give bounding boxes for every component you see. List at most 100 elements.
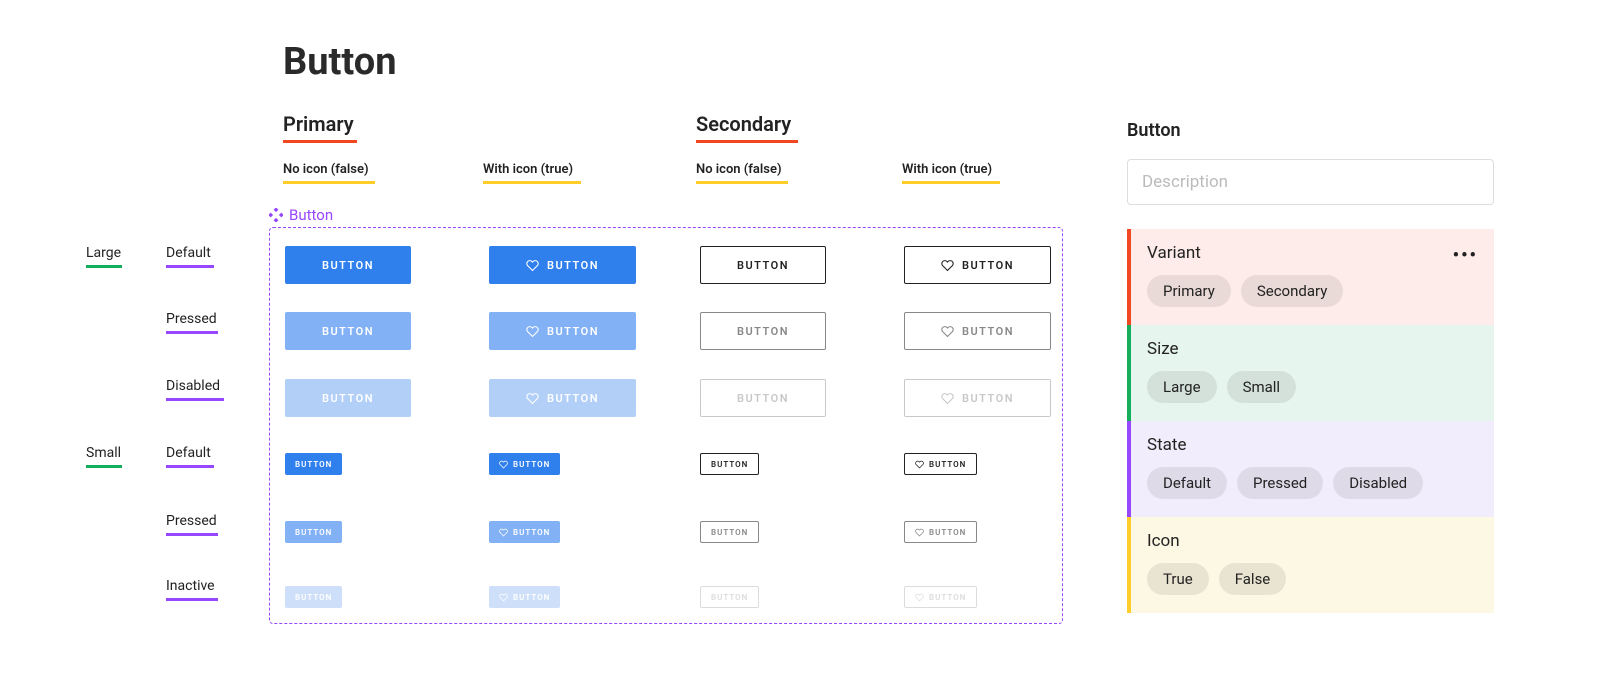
button-secondary-small-default-icon[interactable]: BUTTON bbox=[904, 453, 977, 475]
state-label-text: Pressed bbox=[166, 513, 217, 529]
underline-yellow bbox=[483, 181, 581, 184]
state-pressed-label-small: Pressed bbox=[166, 513, 218, 536]
button-label: BUTTON bbox=[929, 528, 966, 537]
more-icon[interactable]: ••• bbox=[1453, 245, 1478, 266]
button-secondary-large-disabled[interactable]: BUTTON bbox=[700, 379, 826, 417]
state-label-text: Default bbox=[166, 445, 211, 461]
col-sub-label: No icon (false) bbox=[283, 162, 369, 177]
button-label: BUTTON bbox=[322, 392, 374, 405]
panel-title: Button bbox=[1127, 120, 1494, 141]
button-label: BUTTON bbox=[929, 460, 966, 469]
component-frame-label: Button bbox=[289, 206, 333, 224]
button-primary-large-pressed[interactable]: BUTTON bbox=[285, 312, 411, 350]
button-primary-large-default-icon[interactable]: BUTTON bbox=[489, 246, 636, 284]
state-label-text: Default bbox=[166, 245, 211, 261]
properties-panel: Button Description ••• Variant Primary S… bbox=[1127, 120, 1494, 613]
button-secondary-large-disabled-icon[interactable]: BUTTON bbox=[904, 379, 1051, 417]
button-secondary-small-pressed[interactable]: BUTTON bbox=[700, 521, 759, 543]
pill-variant-secondary[interactable]: Secondary bbox=[1241, 275, 1343, 307]
component-frame-name[interactable]: Button bbox=[269, 206, 333, 224]
heart-icon bbox=[915, 528, 924, 537]
button-label: BUTTON bbox=[513, 593, 550, 602]
button-label: BUTTON bbox=[711, 593, 748, 602]
description-placeholder: Description bbox=[1142, 172, 1228, 192]
col-primary-with-icon: With icon (true) bbox=[483, 162, 581, 184]
button-primary-large-disabled[interactable]: BUTTON bbox=[285, 379, 411, 417]
button-primary-large-pressed-icon[interactable]: BUTTON bbox=[489, 312, 636, 350]
heart-icon bbox=[941, 392, 954, 405]
button-primary-small-pressed[interactable]: BUTTON bbox=[285, 521, 342, 543]
component-icon bbox=[269, 208, 283, 222]
button-primary-small-inactive[interactable]: BUTTON bbox=[285, 586, 342, 608]
button-primary-small-pressed-icon[interactable]: BUTTON bbox=[489, 521, 560, 543]
pill-icon-false[interactable]: False bbox=[1219, 563, 1287, 595]
button-label: BUTTON bbox=[962, 259, 1014, 272]
col-sub-label: No icon (false) bbox=[696, 162, 782, 177]
button-secondary-small-default[interactable]: BUTTON bbox=[700, 453, 759, 475]
heart-icon bbox=[915, 460, 924, 469]
pill-variant-primary[interactable]: Primary bbox=[1147, 275, 1231, 307]
heart-icon bbox=[915, 593, 924, 602]
state-inactive-label-small: Inactive bbox=[166, 578, 218, 601]
underline-purple bbox=[166, 398, 224, 401]
property-group-state[interactable]: State Default Pressed Disabled bbox=[1127, 421, 1494, 517]
size-label-text: Large bbox=[86, 245, 121, 261]
button-primary-large-default[interactable]: BUTTON bbox=[285, 246, 411, 284]
underline-green bbox=[86, 465, 122, 468]
underline-orange bbox=[283, 140, 357, 143]
heart-icon bbox=[526, 392, 539, 405]
heart-icon bbox=[499, 460, 508, 469]
button-label: BUTTON bbox=[737, 392, 789, 405]
button-label: BUTTON bbox=[547, 325, 599, 338]
heart-icon bbox=[499, 593, 508, 602]
button-label: BUTTON bbox=[322, 325, 374, 338]
button-secondary-small-pressed-icon[interactable]: BUTTON bbox=[904, 521, 977, 543]
description-input[interactable]: Description bbox=[1127, 159, 1494, 205]
button-label: BUTTON bbox=[322, 259, 374, 272]
col-sub-label: With icon (true) bbox=[483, 162, 573, 177]
variant-secondary-label: Secondary bbox=[696, 112, 791, 136]
state-default-label: Default bbox=[166, 245, 214, 268]
heart-icon bbox=[941, 325, 954, 338]
button-primary-small-default-icon[interactable]: BUTTON bbox=[489, 453, 560, 475]
pill-state-default[interactable]: Default bbox=[1147, 467, 1227, 499]
col-secondary-with-icon: With icon (true) bbox=[902, 162, 1000, 184]
variant-primary-heading: Primary bbox=[283, 112, 357, 143]
underline-purple bbox=[166, 265, 214, 268]
pill-state-pressed[interactable]: Pressed bbox=[1237, 467, 1323, 499]
underline-yellow bbox=[283, 181, 375, 184]
heart-icon bbox=[526, 259, 539, 272]
state-label-text: Pressed bbox=[166, 311, 217, 327]
button-primary-large-disabled-icon[interactable]: BUTTON bbox=[489, 379, 636, 417]
button-label: BUTTON bbox=[929, 593, 966, 602]
state-label-text: Inactive bbox=[166, 578, 215, 594]
button-secondary-large-pressed[interactable]: BUTTON bbox=[700, 312, 826, 350]
button-secondary-large-default[interactable]: BUTTON bbox=[700, 246, 826, 284]
button-secondary-large-default-icon[interactable]: BUTTON bbox=[904, 246, 1051, 284]
button-label: BUTTON bbox=[711, 460, 748, 469]
property-group-variant[interactable]: ••• Variant Primary Secondary bbox=[1127, 229, 1494, 325]
button-secondary-small-inactive-icon[interactable]: BUTTON bbox=[904, 586, 977, 608]
button-primary-small-default[interactable]: BUTTON bbox=[285, 453, 342, 475]
underline-purple bbox=[166, 331, 218, 334]
button-label: BUTTON bbox=[513, 528, 550, 537]
underline-purple bbox=[166, 465, 214, 468]
property-group-size[interactable]: Size Large Small bbox=[1127, 325, 1494, 421]
button-label: BUTTON bbox=[737, 325, 789, 338]
button-label: BUTTON bbox=[737, 259, 789, 272]
property-group-icon[interactable]: Icon True False bbox=[1127, 517, 1494, 613]
button-secondary-small-inactive[interactable]: BUTTON bbox=[700, 586, 759, 608]
component-variant-frame[interactable] bbox=[269, 227, 1063, 624]
state-default-label-small: Default bbox=[166, 445, 214, 468]
heart-icon bbox=[499, 528, 508, 537]
col-secondary-no-icon: No icon (false) bbox=[696, 162, 788, 184]
button-primary-small-inactive-icon[interactable]: BUTTON bbox=[489, 586, 560, 608]
button-label: BUTTON bbox=[295, 460, 332, 469]
variant-primary-label: Primary bbox=[283, 112, 354, 136]
button-secondary-large-pressed-icon[interactable]: BUTTON bbox=[904, 312, 1051, 350]
pill-size-small[interactable]: Small bbox=[1227, 371, 1297, 403]
pill-size-large[interactable]: Large bbox=[1147, 371, 1217, 403]
pill-icon-true[interactable]: True bbox=[1147, 563, 1209, 595]
pill-state-disabled[interactable]: Disabled bbox=[1333, 467, 1423, 499]
underline-yellow bbox=[696, 181, 788, 184]
